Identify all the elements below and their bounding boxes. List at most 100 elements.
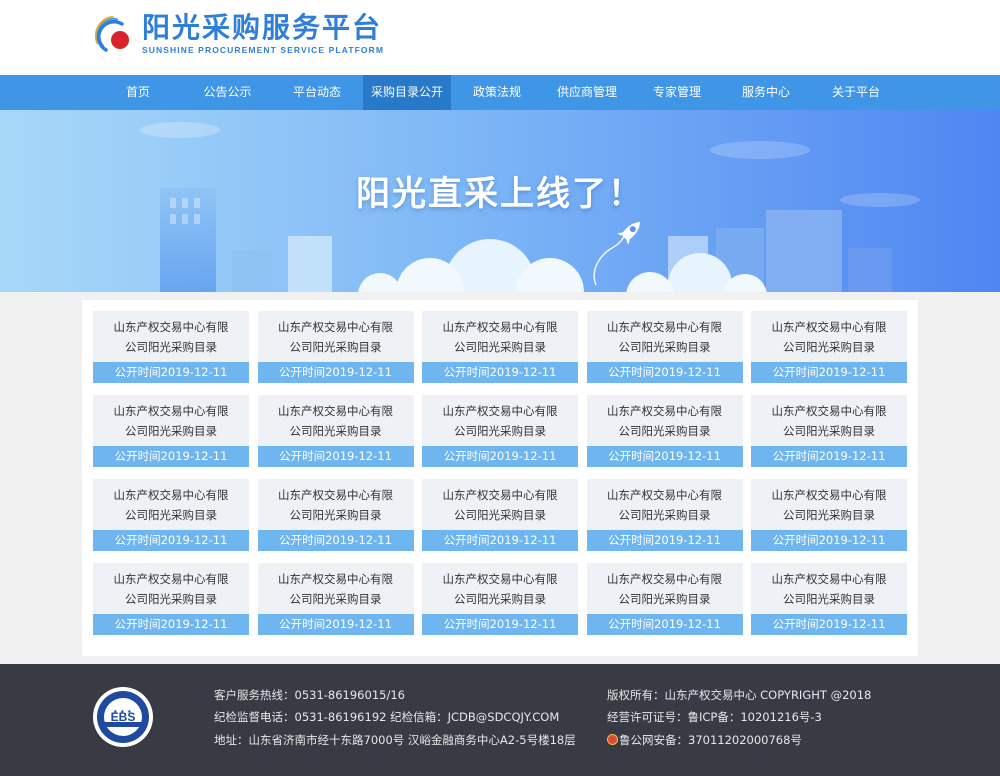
- catalog-card-date: 公开时间2019-12-11: [257, 362, 414, 383]
- catalog-card-title-line2: 公司阳光采购目录: [618, 592, 711, 606]
- nav-item-home[interactable]: 首页: [97, 75, 179, 110]
- catalog-card-date: 公开时间2019-12-11: [586, 614, 743, 635]
- catalog-card[interactable]: 山东产权交易中心有限 公司阳光采购目录 公开时间2019-12-11: [422, 395, 578, 467]
- site-header: 阳光采购服务平台 SUNSHINE PROCUREMENT SERVICE PL…: [0, 0, 1000, 75]
- footer-supervision[interactable]: 纪检监督电话：0531-86196192 纪检信箱：JCDB@SDCQJY.CO…: [214, 707, 559, 727]
- catalog-card-title[interactable]: 山东产权交易中心有限 公司阳光采购目录: [751, 485, 907, 525]
- catalog-card-title[interactable]: 山东产权交易中心有限 公司阳光采购目录: [258, 401, 414, 441]
- catalog-card-title-line1: 山东产权交易中心有限: [113, 320, 229, 334]
- banner-title: 阳光直采上线了！: [356, 174, 644, 214]
- catalog-card-title-line2: 公司阳光采购目录: [454, 424, 546, 438]
- catalog-card-title[interactable]: 山东产权交易中心有限 公司阳光采购目录: [258, 317, 414, 357]
- ebs-seal-icon: EBS ★ ★ ★: [93, 687, 153, 747]
- footer-security-line[interactable]: 鲁公网安备：37011202000768号: [607, 730, 802, 750]
- catalog-card-title[interactable]: 山东产权交易中心有限 公司阳光采购目录: [422, 317, 578, 357]
- catalog-card-title-line1: 山东产权交易中心有限: [113, 404, 229, 418]
- catalog-card-title[interactable]: 山东产权交易中心有限 公司阳光采购目录: [751, 569, 907, 609]
- catalog-card-title-line2: 公司阳光采购目录: [125, 508, 217, 522]
- catalog-card-title[interactable]: 山东产权交易中心有限 公司阳光采购目录: [422, 569, 578, 609]
- catalog-card-title-line1: 山东产权交易中心有限: [771, 320, 887, 334]
- catalog-card[interactable]: 山东产权交易中心有限 公司阳光采购目录 公开时间2019-12-11: [422, 311, 578, 383]
- catalog-card[interactable]: 山东产权交易中心有限 公司阳光采购目录公开时间2019-12-11: [93, 311, 249, 383]
- catalog-card-title-line2: 公司阳光采购目录: [783, 592, 875, 606]
- catalog-card[interactable]: 山东产权交易中心有限 公司阳光采购目录 公开时间2019-12-11: [257, 563, 414, 635]
- catalog-card-title[interactable]: 山东产权交易中心有限 公司阳光采购目录: [587, 317, 743, 357]
- nav-item-platform-news[interactable]: 平台动态: [276, 75, 358, 110]
- catalog-card-title-line2: 公司阳光采购目录: [289, 424, 382, 438]
- catalog-card-title-line1: 山东产权交易中心有限: [607, 488, 722, 502]
- catalog-card-title[interactable]: 山东产权交易中心有限 公司阳光采购目录: [587, 401, 743, 441]
- catalog-card[interactable]: 山东产权交易中心有限 公司阳光采购目录公开时间2019-12-11: [257, 479, 414, 551]
- catalog-card[interactable]: 山东产权交易中心有限 公司阳光采购目录公开时间2019-12-11: [257, 311, 414, 383]
- catalog-card-title[interactable]: 山东产权交易中心有限 公司阳光采购目录: [587, 485, 743, 525]
- nav-item-service-center[interactable]: 服务中心: [724, 75, 808, 110]
- sun-logo-icon[interactable]: [92, 12, 136, 56]
- catalog-card-title-line1: 山东产权交易中心有限: [442, 404, 558, 418]
- catalog-card-title[interactable]: 山东产权交易中心有限 公司阳光采购目录: [258, 569, 414, 609]
- catalog-card-title-line1: 山东产权交易中心有限: [771, 488, 887, 502]
- catalog-card-title[interactable]: 山东产权交易中心有限 公司阳光采购目录: [93, 569, 249, 609]
- footer-icp[interactable]: 经营许可证号：鲁ICP备：10201216号-3: [607, 707, 822, 727]
- catalog-card-title-line1: 山东产权交易中心有限: [442, 572, 558, 586]
- catalog-card[interactable]: 山东产权交易中心有限 公司阳光采购目录 公开时间2019-12-11: [586, 479, 743, 551]
- catalog-card-title-line2: 公司阳光采购目录: [454, 508, 546, 522]
- catalog-card[interactable]: 山东产权交易中心有限 公司阳光采购目录 公开时间2019-12-11: [586, 311, 743, 383]
- catalog-panel: 山东产权交易中心有限 公司阳光采购目录 公开时间2019-12-11 山东产权交易中心…: [82, 300, 918, 656]
- catalog-card-date: 公开时间2019-12-11: [422, 614, 578, 635]
- catalog-card-date: 公开时间2019-12-11: [751, 362, 907, 383]
- catalog-card-title[interactable]: 山东产权交易中心有限 公司阳光采购目录: [422, 401, 578, 441]
- catalog-card[interactable]: 山东产权交易中心有限 公司阳光采购目录公开时间2019-12-11: [751, 311, 907, 383]
- catalog-card[interactable]: 山东产权交易中心有限 公司阳光采购目录公开时间2019-12-11: [422, 563, 578, 635]
- catalog-card[interactable]: 山东产权交易中心有限 公司阳光采购目录公开时间2019-12-11: [751, 479, 907, 551]
- nav-item-policies[interactable]: 政策法规: [456, 75, 538, 110]
- catalog-card-title-line2: 公司阳光采购目录: [783, 340, 875, 354]
- catalog-card-title[interactable]: 山东产权交易中心有限 公司阳光采购目录: [751, 401, 907, 441]
- footer-address: 地址：山东省济南市经十东路7000号 汉峪金融商务中心A2-5号楼18层: [214, 733, 576, 747]
- catalog-card-title[interactable]: 山东产权交易中心有限 公司阳光采购目录: [422, 485, 578, 525]
- catalog-card[interactable]: 山东产权交易中心有限 公司阳光采购目录 公开时间2019-12-11: [751, 395, 907, 467]
- catalog-card-title-line2: 公司阳光采购目录: [125, 340, 217, 354]
- catalog-card-title-line2: 公司阳光采购目录: [454, 340, 546, 354]
- footer-hotline: 客户服务热线：0531-86196015/16: [214, 688, 405, 702]
- catalog-card[interactable]: 山东产权交易中心有限 公司阳光采购目录 公开时间2019-12-11: [257, 395, 414, 467]
- catalog-card-title-line2: 公司阳光采购目录: [454, 592, 546, 606]
- nav-item-suppliers[interactable]: 供应商管理: [543, 75, 631, 110]
- catalog-card[interactable]: 山东产权交易中心有限 公司阳光采购目录公开时间2019-12-11: [93, 395, 249, 467]
- catalog-card-title-line2: 公司阳光采购目录: [125, 592, 217, 606]
- catalog-card[interactable]: 山东产权交易中心有限 公司阳光采购目录 公开时间2019-12-11: [422, 479, 578, 551]
- catalog-card-date: 公开时间2019-12-11: [751, 530, 907, 551]
- catalog-card-title-line1: 山东产权交易中心有限: [607, 404, 722, 418]
- nav-item-catalog[interactable]: 采购目录公开: [363, 75, 451, 110]
- catalog-card-title[interactable]: 山东产权交易中心有限 公司阳光采购目录: [93, 401, 249, 441]
- catalog-card[interactable]: 山东产权交易中心有限 公司阳光采购目录 公开时间2019-12-11: [751, 563, 907, 635]
- catalog-card-date: 公开时间2019-12-11: [93, 362, 249, 383]
- catalog-card-title-line1: 山东产权交易中心有限: [771, 572, 887, 586]
- catalog-card-title-line2: 公司阳光采购目录: [618, 508, 711, 522]
- nav-item-experts[interactable]: 专家管理: [636, 75, 718, 110]
- catalog-card-title[interactable]: 山东产权交易中心有限 公司阳光采购目录: [93, 317, 249, 357]
- catalog-card[interactable]: 山东产权交易中心有限 公司阳光采购目录公开时间2019-12-11: [93, 479, 249, 551]
- catalog-card-date: 公开时间2019-12-11: [586, 446, 743, 467]
- catalog-card[interactable]: 山东产权交易中心有限 公司阳光采购目录公开时间2019-12-11: [586, 563, 743, 635]
- hero-banner[interactable]: 阳光直采上线了！: [0, 110, 1000, 292]
- catalog-card-title-line1: 山东产权交易中心有限: [442, 320, 558, 334]
- catalog-card-title-line2: 公司阳光采购目录: [289, 592, 382, 606]
- catalog-card-title[interactable]: 山东产权交易中心有限 公司阳光采购目录: [258, 485, 414, 525]
- catalog-card-title-line1: 山东产权交易中心有限: [113, 488, 229, 502]
- catalog-card-title-line2: 公司阳光采购目录: [618, 424, 711, 438]
- site-title[interactable]: 阳光采购服务平台: [142, 12, 382, 44]
- catalog-card-title[interactable]: 山东产权交易中心有限 公司阳光采购目录: [93, 485, 249, 525]
- nav-item-about[interactable]: 关于平台: [814, 75, 898, 110]
- catalog-card-title[interactable]: 山东产权交易中心有限 公司阳光采购目录: [751, 317, 907, 357]
- catalog-card-date: 公开时间2019-12-11: [93, 614, 249, 635]
- nav-item-announcements[interactable]: 公告公示: [185, 75, 270, 110]
- catalog-card-date: 公开时间2019-12-11: [93, 530, 249, 551]
- catalog-card-title-line1: 山东产权交易中心有限: [113, 572, 229, 586]
- catalog-card-title[interactable]: 山东产权交易中心有限 公司阳光采购目录: [587, 569, 743, 609]
- catalog-card-title-line1: 山东产权交易中心有限: [278, 488, 393, 502]
- catalog-card-date: 公开时间2019-12-11: [93, 446, 249, 467]
- catalog-card[interactable]: 山东产权交易中心有限 公司阳光采购目录公开时间2019-12-11: [93, 563, 249, 635]
- catalog-card-date: 公开时间2019-12-11: [257, 530, 414, 551]
- footer-security: 鲁公网安备：37011202000768号: [619, 733, 802, 747]
- catalog-card[interactable]: 山东产权交易中心有限 公司阳光采购目录公开时间2019-12-11: [586, 395, 743, 467]
